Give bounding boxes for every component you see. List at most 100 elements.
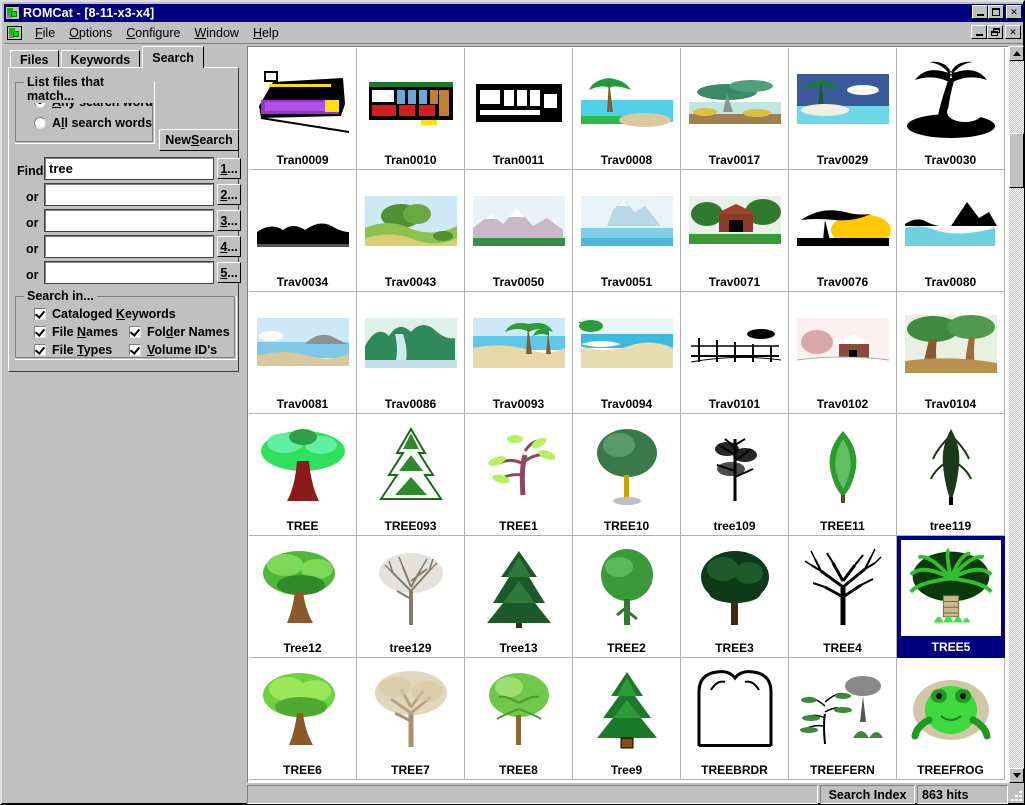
- tab-search[interactable]: Search: [142, 46, 204, 68]
- thumbnail-label: TREE: [286, 519, 319, 533]
- thumbnail-cell[interactable]: Tree13: [465, 536, 573, 658]
- find-browse-button-5[interactable]: 5...: [217, 262, 241, 283]
- menu-item-file[interactable]: File: [28, 24, 62, 42]
- scrollbar-thumb[interactable]: [1009, 133, 1024, 188]
- minimize-button[interactable]: [972, 5, 988, 19]
- thumbnail-cell[interactable]: TREE: [249, 414, 357, 536]
- find-input-1[interactable]: tree: [44, 157, 214, 180]
- thumbnail-cell[interactable]: Trav0071: [681, 170, 789, 292]
- maximize-button[interactable]: [988, 5, 1004, 19]
- thumbnail-cell[interactable]: Trav0080: [897, 170, 1005, 292]
- thumbnail-cell[interactable]: Tran0009: [249, 48, 357, 170]
- status-search-index[interactable]: Search Index: [820, 785, 915, 804]
- thumbnail-cell[interactable]: Trav0094: [573, 292, 681, 414]
- thumbnail-cell[interactable]: TREE093: [357, 414, 465, 536]
- checkbox-cataloged-keywords[interactable]: Cataloged Keywords: [34, 307, 176, 321]
- thumbnail-cell[interactable]: TREEBRDR: [681, 658, 789, 780]
- menu-item-help[interactable]: Help: [246, 24, 286, 42]
- thumbnail-cell[interactable]: Trav0030: [897, 48, 1005, 170]
- thumbnail-cell[interactable]: TREE11: [789, 414, 897, 536]
- thumbnail-cell[interactable]: TREE1: [465, 414, 573, 536]
- checkbox-label: File Types: [52, 343, 113, 357]
- close-button[interactable]: ✕: [1006, 5, 1022, 19]
- scroll-up-button[interactable]: [1009, 46, 1024, 61]
- round-canopy-thumbnail-image: [577, 417, 676, 515]
- thumbnail-cell[interactable]: Tran0010: [357, 48, 465, 170]
- find-browse-button-3[interactable]: 3...: [217, 210, 241, 231]
- tab-files[interactable]: Files: [10, 50, 59, 68]
- thumbnail-cell[interactable]: Tree12: [249, 536, 357, 658]
- thumbnail-cell[interactable]: TREEFERN: [789, 658, 897, 780]
- app-cube-icon: [5, 6, 20, 20]
- thumbnail-cell[interactable]: Trav0034: [249, 170, 357, 292]
- mdi-restore-button[interactable]: [987, 25, 1003, 39]
- find-browse-button-1[interactable]: 1...: [217, 158, 241, 179]
- thumbnail-cell[interactable]: Tree9: [573, 658, 681, 780]
- thumbnail-cell[interactable]: Trav0101: [681, 292, 789, 414]
- thumbnail-label: Trav0051: [600, 275, 653, 289]
- mdi-document-icon[interactable]: [7, 25, 22, 40]
- find-input-4[interactable]: [44, 235, 214, 258]
- find-input-2[interactable]: [44, 183, 214, 206]
- vertical-scrollbar[interactable]: [1009, 46, 1024, 783]
- thumbnail-cell[interactable]: Trav0050: [465, 170, 573, 292]
- find-browse-button-2[interactable]: 2...: [217, 184, 241, 205]
- checkbox-file-types[interactable]: File Types: [34, 343, 112, 357]
- thumbnail-cell[interactable]: TREE5: [897, 536, 1005, 658]
- checkbox-indicator: [129, 326, 141, 338]
- thumbnail-cell[interactable]: TREE8: [465, 658, 573, 780]
- palm-cycad-thumbnail-image: [905, 543, 997, 634]
- lollipop-tree-thumbnail-image: [577, 539, 676, 637]
- scroll-down-button[interactable]: [1009, 768, 1024, 783]
- thumbnail-label: TREE10: [603, 519, 650, 533]
- tab-keywords[interactable]: Keywords: [60, 50, 141, 68]
- island-night-thumbnail-image: [793, 51, 892, 149]
- thumbnail-cell[interactable]: TREE2: [573, 536, 681, 658]
- resize-grip[interactable]: [1010, 788, 1024, 802]
- find-input-5[interactable]: [44, 261, 214, 284]
- new-search-button[interactable]: New Search: [159, 129, 239, 151]
- thumbnail-cell[interactable]: TREE4: [789, 536, 897, 658]
- mdi-minimize-button[interactable]: [971, 25, 987, 39]
- thumbnail-cell[interactable]: Trav0017: [681, 48, 789, 170]
- thumbnail-cell[interactable]: Trav0093: [465, 292, 573, 414]
- checkbox-folder-names[interactable]: Folder Names: [129, 325, 230, 339]
- thumbnail-cell[interactable]: Trav0104: [897, 292, 1005, 414]
- find-browse-button-4[interactable]: 4...: [217, 236, 241, 257]
- bright-green-tree-thumbnail-image: [253, 661, 352, 759]
- menu-item-window[interactable]: Window: [187, 24, 245, 42]
- thumbnail-label: Tree9: [610, 763, 643, 777]
- menu-item-options[interactable]: Options: [62, 24, 119, 42]
- thumbnail-cell[interactable]: TREE6: [249, 658, 357, 780]
- palm-lagoon-thumbnail-image: [577, 51, 676, 149]
- thumbnail-cell[interactable]: Trav0086: [357, 292, 465, 414]
- checkbox-file-names[interactable]: File Names: [34, 325, 118, 339]
- snowy-fir-thumbnail-image: [361, 417, 460, 515]
- thumbnail-label: TREE6: [283, 763, 322, 777]
- thumbnail-cell[interactable]: Trav0081: [249, 292, 357, 414]
- thumbnail-cell[interactable]: Trav0076: [789, 170, 897, 292]
- thumbnail-cell[interactable]: TREE3: [681, 536, 789, 658]
- thumbnail-cell[interactable]: tree119: [897, 414, 1005, 536]
- thumbnail-cell[interactable]: TREE10: [573, 414, 681, 536]
- thumbnail-cell[interactable]: tree109: [681, 414, 789, 536]
- dark-spruce-thumbnail-image: [469, 539, 568, 637]
- or-label-3: or: [26, 216, 39, 230]
- find-input-3[interactable]: [44, 209, 214, 232]
- thumbnail-grid[interactable]: Tran0009 Tran0010 Tran0011 Trav0008 Trav0017…: [249, 48, 1006, 782]
- thumbnail-cell[interactable]: tree129: [357, 536, 465, 658]
- thumbnail-cell[interactable]: Trav0043: [357, 170, 465, 292]
- mdi-close-button[interactable]: ✕: [1005, 25, 1021, 39]
- thumbnail-cell[interactable]: TREEFROG: [897, 658, 1005, 780]
- radio-all-search-words[interactable]: All search words: [34, 116, 152, 130]
- checkbox-volume-ids[interactable]: Volume ID's: [129, 343, 217, 357]
- thumbnail-cell[interactable]: Trav0029: [789, 48, 897, 170]
- menu-item-configure[interactable]: Configure: [119, 24, 187, 42]
- thumbnail-cell[interactable]: Trav0102: [789, 292, 897, 414]
- blue-cove-thumbnail-image: [253, 295, 352, 393]
- fern-plants-thumbnail-image: [793, 661, 892, 759]
- thumbnail-cell[interactable]: TREE7: [357, 658, 465, 780]
- thumbnail-cell[interactable]: Tran0011: [465, 48, 573, 170]
- thumbnail-cell[interactable]: Trav0008: [573, 48, 681, 170]
- thumbnail-cell[interactable]: Trav0051: [573, 170, 681, 292]
